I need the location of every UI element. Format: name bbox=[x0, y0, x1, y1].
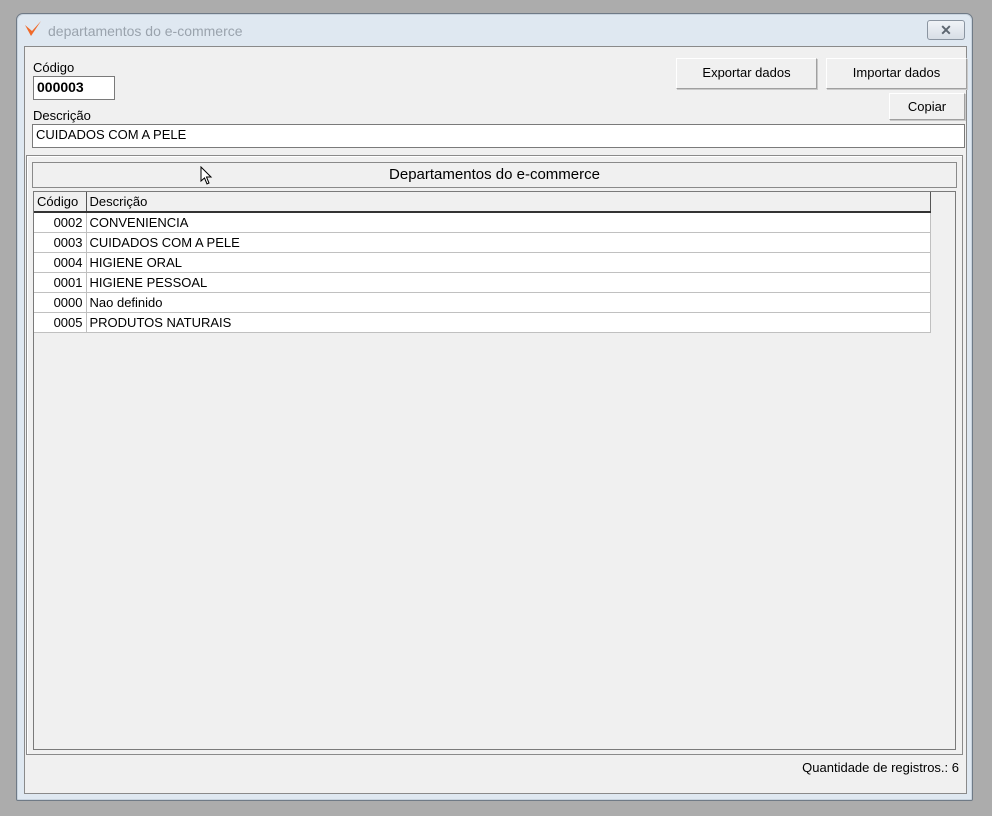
import-data-button[interactable]: Importar dados bbox=[826, 58, 967, 89]
cell-codigo: 0004 bbox=[34, 252, 87, 273]
app-logo-icon bbox=[25, 21, 41, 36]
table-row[interactable]: 0004 HIGIENE ORAL bbox=[34, 252, 931, 273]
departments-grid[interactable]: Código Descrição 0002 CONVENIENCIA 0003 CUI… bbox=[33, 191, 956, 750]
descricao-label: Descrição bbox=[33, 108, 91, 123]
cell-descricao: CUIDADOS COM A PELE bbox=[86, 232, 931, 253]
copy-button[interactable]: Copiar bbox=[889, 93, 965, 120]
mouse-cursor-icon bbox=[200, 166, 213, 185]
cell-codigo: 0000 bbox=[34, 292, 87, 313]
cell-codigo: 0003 bbox=[34, 232, 87, 253]
cell-codigo: 0002 bbox=[34, 212, 87, 233]
column-header-descricao[interactable]: Descrição bbox=[86, 192, 931, 213]
table-row[interactable]: 0005 PRODUTOS NATURAIS bbox=[34, 312, 931, 333]
export-data-button[interactable]: Exportar dados bbox=[676, 58, 817, 89]
table-row[interactable]: 0003 CUIDADOS COM A PELE bbox=[34, 232, 931, 253]
panel-title: Departamentos do e-commerce bbox=[32, 162, 957, 188]
cell-descricao: PRODUTOS NATURAIS bbox=[86, 312, 931, 333]
column-header-codigo[interactable]: Código bbox=[34, 192, 87, 213]
descricao-input[interactable]: CUIDADOS COM A PELE bbox=[32, 124, 965, 148]
cell-descricao: Nao definido bbox=[86, 292, 931, 313]
cell-codigo: 0005 bbox=[34, 312, 87, 333]
table-row[interactable]: 0000 Nao definido bbox=[34, 292, 931, 313]
table-row[interactable]: 0001 HIGIENE PESSOAL bbox=[34, 272, 931, 293]
cell-descricao: HIGIENE PESSOAL bbox=[86, 272, 931, 293]
record-count: Quantidade de registros.: 6 bbox=[802, 760, 959, 775]
close-icon: ✕ bbox=[940, 22, 952, 38]
cell-descricao: HIGIENE ORAL bbox=[86, 252, 931, 273]
codigo-label: Código bbox=[33, 60, 75, 75]
cell-descricao: CONVENIENCIA bbox=[86, 212, 931, 233]
cell-codigo: 0001 bbox=[34, 272, 87, 293]
close-button[interactable]: ✕ bbox=[927, 20, 965, 40]
table-row[interactable]: 0002 CONVENIENCIA bbox=[34, 212, 931, 233]
codigo-input[interactable]: 000003 bbox=[33, 76, 115, 100]
window-title: departamentos do e-commerce bbox=[48, 23, 243, 39]
